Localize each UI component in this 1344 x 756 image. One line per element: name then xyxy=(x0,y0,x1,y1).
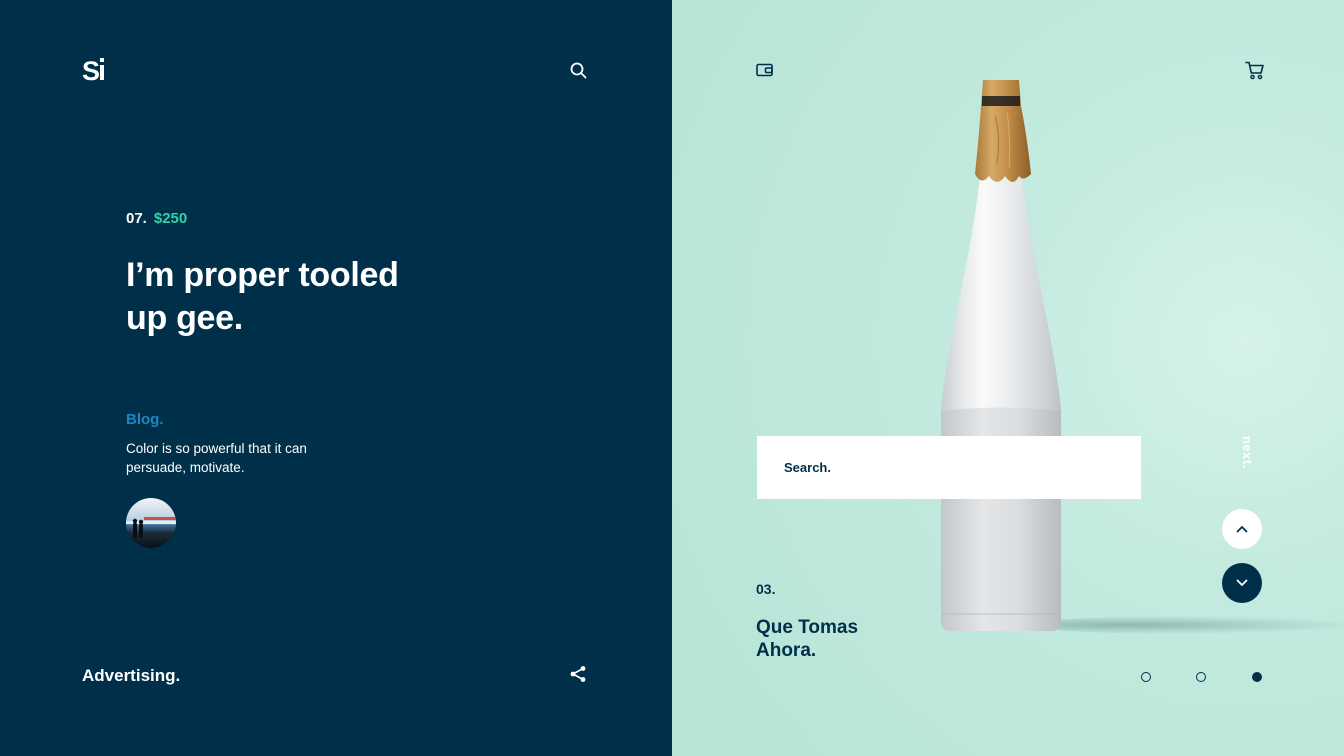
svg-text:S: S xyxy=(82,56,100,85)
avatar[interactable] xyxy=(126,498,176,548)
blog-excerpt: Color is so powerful that it can persuad… xyxy=(126,441,307,475)
product-counter: 07. $250 xyxy=(126,210,187,227)
item-number: 07. xyxy=(126,210,147,227)
share-icon[interactable] xyxy=(567,663,589,685)
next-slide-button[interactable] xyxy=(1222,563,1262,603)
blog-link[interactable]: Blog. xyxy=(126,411,164,428)
search-icon[interactable] xyxy=(567,59,589,81)
pagination-dot-3[interactable] xyxy=(1252,672,1262,682)
chevron-up-icon xyxy=(1236,526,1248,533)
wallet-icon[interactable] xyxy=(753,59,777,81)
search-box xyxy=(757,436,1141,499)
product-bottle-image xyxy=(941,80,1061,631)
cart-icon[interactable] xyxy=(1243,58,1267,82)
slide-title: Que Tomas Ahora. xyxy=(756,617,859,661)
left-panel: S 07. $250 I’m proper tooled up gee. Blo… xyxy=(0,0,672,756)
bottle-shadow xyxy=(1030,616,1344,634)
pagination-dot-2[interactable] xyxy=(1196,672,1206,682)
category-label: Advertising. xyxy=(82,666,181,685)
slide-number: 03. xyxy=(756,581,776,597)
page-headline: I’m proper tooled up gee. xyxy=(126,256,399,337)
brand-logo[interactable]: S xyxy=(82,55,110,85)
next-link[interactable]: next. xyxy=(1240,436,1255,469)
search-input[interactable] xyxy=(784,460,1114,475)
item-price: $250 xyxy=(153,210,188,227)
previous-slide-button[interactable] xyxy=(1222,509,1262,549)
chevron-down-icon xyxy=(1236,579,1248,586)
pagination-dot-1[interactable] xyxy=(1141,672,1151,682)
